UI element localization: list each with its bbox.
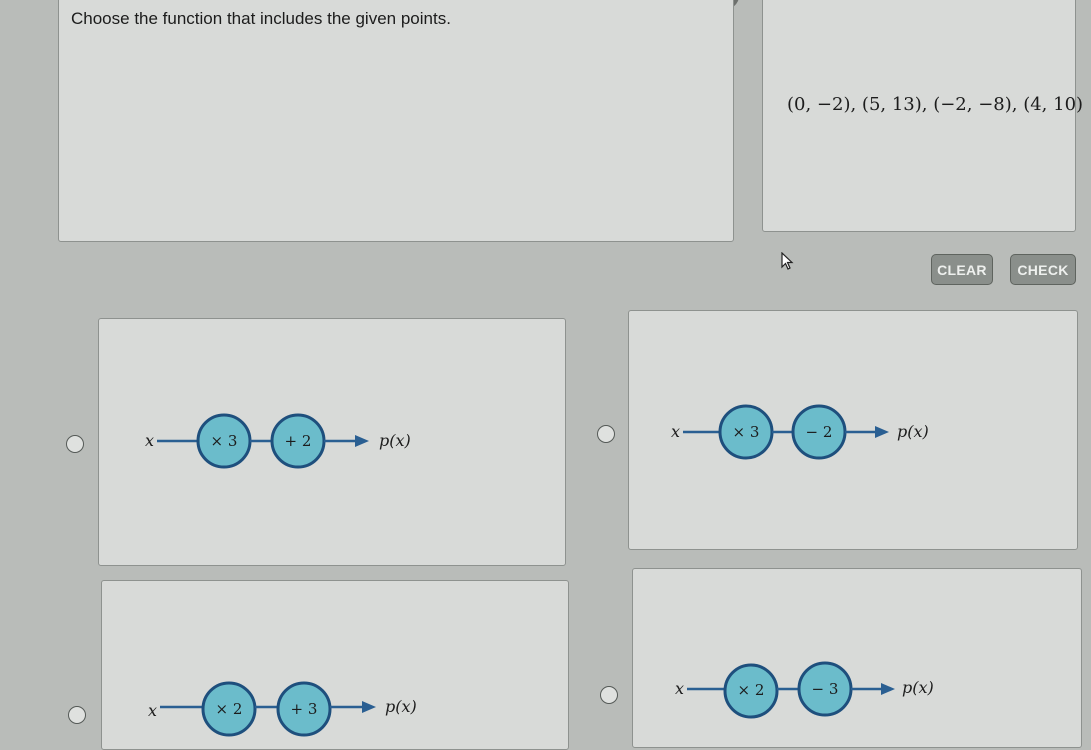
option-3-diagram: x × 2 + 3 p(x) xyxy=(144,679,444,746)
option-2-card[interactable]: x × 3 − 2 p(x) xyxy=(628,310,1078,550)
step-2-label: − 2 xyxy=(806,423,833,441)
arrowhead-icon xyxy=(881,683,895,695)
step-2-label: + 3 xyxy=(291,700,318,718)
mouse-cursor-icon xyxy=(781,252,794,270)
arrowhead-icon xyxy=(355,435,369,447)
option-2-diagram: x × 3 − 2 p(x) xyxy=(669,402,969,469)
question-prompt: Choose the function that includes the gi… xyxy=(71,9,451,28)
input-label: x xyxy=(148,701,157,720)
option-1-diagram: x × 3 + 2 p(x) xyxy=(141,411,441,478)
output-label: p(x) xyxy=(379,431,411,450)
step-2-label: + 2 xyxy=(285,432,312,450)
given-points-panel: (0, −2), (5, 13), (−2, −8), (4, 10) xyxy=(762,0,1083,232)
function-machine-diagram: x × 2 + 3 p(x) xyxy=(148,681,417,737)
step-1-label: × 3 xyxy=(211,432,238,450)
step-2-label: − 3 xyxy=(812,680,839,698)
option-4-radio[interactable] xyxy=(600,686,618,704)
output-label: p(x) xyxy=(385,697,417,716)
option-4-diagram: x × 2 − 3 p(x) xyxy=(673,659,973,726)
function-machine-diagram: x × 2 − 3 p(x) xyxy=(675,661,934,719)
function-machine-diagram: x × 3 − 2 p(x) xyxy=(671,404,929,460)
option-3-radio[interactable] xyxy=(68,706,86,724)
arrowhead-icon xyxy=(875,426,889,438)
check-button[interactable]: CHECK xyxy=(1010,254,1076,285)
output-label: p(x) xyxy=(897,422,929,441)
prompt-panel: Choose the function that includes the gi… xyxy=(58,0,734,242)
function-machine-diagram: x × 3 + 2 p(x) xyxy=(145,413,411,469)
clear-button[interactable]: CLEAR xyxy=(931,254,993,285)
option-2-radio[interactable] xyxy=(597,425,615,443)
option-3-card[interactable]: x × 2 + 3 p(x) xyxy=(101,580,569,750)
input-label: x xyxy=(675,679,684,698)
step-1-label: × 2 xyxy=(216,700,243,718)
option-4-card[interactable]: x × 2 − 3 p(x) xyxy=(632,568,1082,748)
step-1-label: × 2 xyxy=(738,681,765,699)
input-label: x xyxy=(671,422,680,441)
option-1-radio[interactable] xyxy=(66,435,84,453)
step-1-label: × 3 xyxy=(733,423,760,441)
given-points: (0, −2), (5, 13), (−2, −8), (4, 10) xyxy=(787,94,1084,115)
option-1-card[interactable]: x × 3 + 2 p(x) xyxy=(98,318,566,566)
arrowhead-icon xyxy=(362,701,376,713)
input-label: x xyxy=(145,431,154,450)
output-label: p(x) xyxy=(902,678,934,697)
